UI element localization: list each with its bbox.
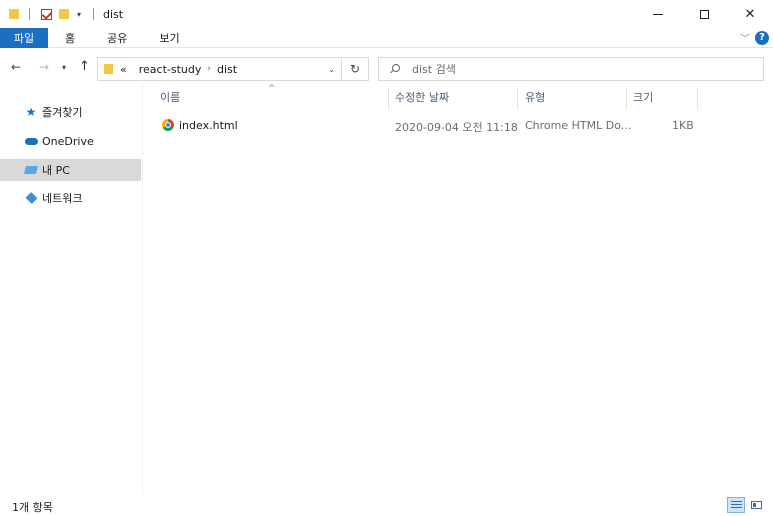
chrome-icon [162, 119, 174, 131]
close-icon: ✕ [744, 6, 756, 22]
column-divider[interactable] [517, 88, 518, 110]
breadcrumb-react-study[interactable]: react-study [139, 63, 202, 76]
quick-access-toolbar: ▾ [6, 0, 101, 28]
recent-locations-chevron-icon[interactable]: ▾ [62, 63, 66, 72]
column-divider[interactable] [388, 88, 389, 110]
address-bar[interactable]: « react-study › dist ⌄ [97, 57, 342, 81]
customize-qat-chevron-icon[interactable]: ▾ [77, 10, 81, 19]
sort-ascending-icon: ^ [268, 84, 276, 94]
minimize-icon [653, 13, 663, 15]
sidebar-item-network[interactable]: 네트워크 [0, 187, 141, 209]
column-header-type[interactable]: 유형 [525, 86, 545, 108]
folder-icon [104, 64, 113, 74]
column-header-name[interactable]: 이름 [160, 86, 180, 108]
column-divider[interactable] [697, 88, 698, 110]
search-icon [390, 64, 400, 74]
breadcrumb-overflow[interactable]: « [120, 63, 127, 76]
ribbon-right-controls: ﹀ ? [740, 30, 769, 45]
details-view-icon [730, 500, 742, 510]
window-controls: ✕ [635, 0, 773, 28]
help-icon[interactable]: ? [755, 30, 769, 45]
sidebar-item-quick-access[interactable]: ★ 즐겨찾기 [0, 101, 141, 123]
file-type: Chrome HTML Do... [525, 119, 632, 132]
large-icons-view-button[interactable] [747, 497, 765, 513]
sidebar-item-label: 네트워크 [42, 192, 83, 205]
refresh-icon: ↻ [349, 62, 361, 76]
file-modified: 2020-09-04 오전 11:18 [395, 121, 518, 134]
tab-home[interactable]: 홈 [48, 30, 90, 46]
details-view-button[interactable] [727, 497, 745, 513]
sidebar-item-label: 내 PC [42, 164, 70, 177]
divider [29, 8, 30, 20]
search-box[interactable]: dist 검색 [378, 57, 764, 81]
file-name: index.html [179, 119, 238, 132]
sidebar-item-label: 즐겨찾기 [42, 106, 83, 119]
properties-icon[interactable] [41, 8, 52, 20]
minimize-button[interactable] [635, 0, 681, 28]
close-button[interactable]: ✕ [727, 0, 773, 28]
pc-icon [23, 164, 39, 176]
up-arrow-icon[interactable]: ↑ [79, 59, 90, 74]
column-header-size[interactable]: 크기 [633, 86, 653, 108]
title-bar: ▾ dist ✕ [0, 0, 773, 28]
forward-arrow-icon[interactable]: → [39, 60, 49, 74]
network-icon [24, 192, 38, 204]
folder-icon [9, 9, 19, 19]
maximize-button[interactable] [681, 0, 727, 28]
star-icon: ★ [25, 105, 37, 119]
large-icons-view-icon [750, 501, 762, 509]
sidebar-item-this-pc[interactable]: 내 PC [0, 159, 141, 181]
divider [93, 8, 95, 20]
maximize-icon [699, 9, 709, 19]
sidebar-item-onedrive[interactable]: OneDrive [0, 130, 141, 152]
column-header-modified[interactable]: 수정한 날짜 [395, 86, 449, 108]
file-size: 1KB [672, 119, 694, 132]
expand-ribbon-chevron-icon[interactable]: ﹀ [740, 30, 750, 45]
tab-view[interactable]: 보기 [142, 30, 194, 46]
refresh-button[interactable]: ↻ [342, 57, 369, 81]
back-arrow-icon[interactable]: ← [11, 60, 21, 74]
breadcrumb-dist[interactable]: dist [217, 63, 237, 76]
item-count: 1개 항목 [12, 501, 53, 514]
search-input[interactable]: dist 검색 [412, 61, 456, 77]
navigation-bar: ← → ▾ ↑ « react-study › dist ⌄ ↻ dist 검색 [0, 54, 773, 82]
table-row[interactable]: index.html 2020-09-04 오전 11:18 Chrome HT… [150, 116, 750, 136]
view-switcher [725, 497, 765, 513]
sidebar-item-label: OneDrive [42, 134, 94, 148]
tab-share[interactable]: 공유 [90, 30, 142, 46]
breadcrumb-chevron-icon[interactable]: › [207, 64, 211, 74]
cloud-icon [24, 135, 38, 147]
navigation-pane: ★ 즐겨찾기 OneDrive 내 PC 네트워크 [0, 84, 143, 494]
new-folder-icon[interactable] [59, 9, 69, 19]
column-divider[interactable] [626, 88, 627, 110]
tab-file[interactable]: 파일 [0, 27, 48, 48]
ribbon-tabs: 파일 홈 공유 보기 ﹀ ? [0, 27, 773, 48]
window-title: dist [103, 7, 124, 21]
address-dropdown-chevron-icon[interactable]: ⌄ [328, 65, 335, 74]
